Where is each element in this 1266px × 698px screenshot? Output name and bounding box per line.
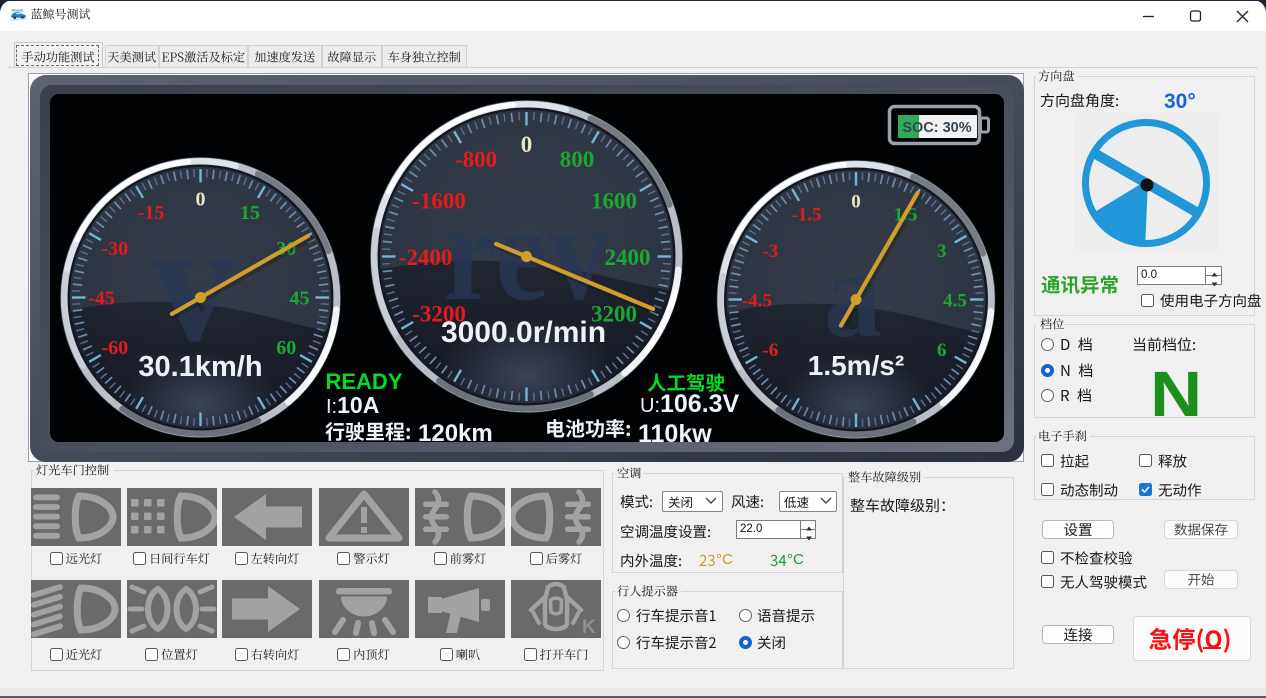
svg-text:-30: -30 xyxy=(101,238,128,260)
svg-text:1600: 1600 xyxy=(591,188,637,213)
svg-text:110kw: 110kw xyxy=(638,420,712,448)
svg-text:0: 0 xyxy=(851,191,861,212)
svg-text:-2400: -2400 xyxy=(399,245,453,270)
svg-text:15: 15 xyxy=(240,202,260,224)
svg-text:-3: -3 xyxy=(762,241,778,262)
svg-text:3000.0r/min: 3000.0r/min xyxy=(441,316,606,349)
svg-text:I:10A: I:10A xyxy=(326,392,379,418)
svg-text:6: 6 xyxy=(937,340,947,361)
svg-text:60: 60 xyxy=(276,337,296,359)
svg-text:3: 3 xyxy=(937,241,947,262)
svg-text:-4.5: -4.5 xyxy=(742,290,772,311)
svg-text:-6: -6 xyxy=(762,340,778,361)
svg-text:-1.5: -1.5 xyxy=(791,205,821,226)
svg-text:2400: 2400 xyxy=(605,245,651,270)
svg-text:Skywell: Skywell xyxy=(12,9,24,13)
svg-text:30.1km/h: 30.1km/h xyxy=(138,351,262,383)
svg-text:45: 45 xyxy=(290,288,310,310)
svg-text:-1600: -1600 xyxy=(412,188,466,213)
svg-text:0: 0 xyxy=(521,132,533,157)
svg-text:U:106.3V: U:106.3V xyxy=(640,390,740,418)
svg-text:-800: -800 xyxy=(455,147,497,172)
svg-text:K: K xyxy=(582,617,596,638)
svg-text:-15: -15 xyxy=(138,202,165,224)
svg-text:-60: -60 xyxy=(101,337,128,359)
svg-text:120km: 120km xyxy=(418,420,493,447)
svg-text:SOC: 30%: SOC: 30% xyxy=(902,120,971,136)
svg-text:4.5: 4.5 xyxy=(943,290,967,311)
svg-text:READY: READY xyxy=(325,369,402,394)
svg-text:800: 800 xyxy=(560,147,595,172)
svg-text:1.5m/s²: 1.5m/s² xyxy=(808,350,905,381)
svg-text:0: 0 xyxy=(196,189,206,211)
svg-text:-45: -45 xyxy=(88,288,115,310)
